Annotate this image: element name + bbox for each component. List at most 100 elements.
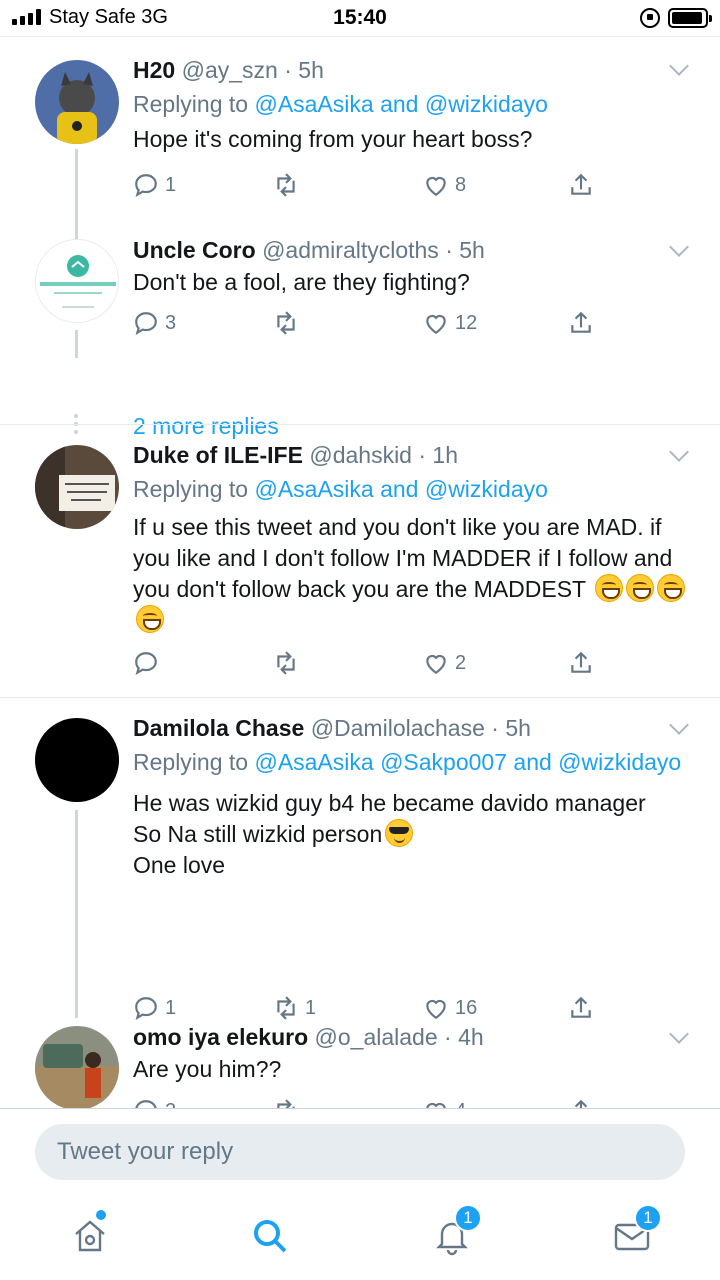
replying-mentions[interactable]: @AsaAsika and @wizkidayo	[254, 91, 547, 117]
share-button[interactable]	[568, 310, 594, 336]
reply-button[interactable]: 1	[133, 172, 176, 198]
tweet-actions: 3 12	[133, 310, 693, 340]
tweet[interactable]: Damilola Chase @Damilolachase · 5h Reply…	[0, 698, 720, 1021]
like-count: 4	[455, 1100, 466, 1109]
author-handle[interactable]: @admiraltycloths	[262, 237, 439, 263]
reply-placeholder: Tweet your reply	[57, 1138, 234, 1165]
replying-label: Replying to	[133, 749, 255, 775]
share-button[interactable]	[568, 1098, 594, 1108]
messages-badge: 1	[634, 1204, 662, 1232]
tweet-time: 5h	[459, 237, 485, 263]
grinning-emoji-icon	[626, 574, 655, 602]
retweet-count: 1	[305, 996, 317, 1019]
replying-mentions[interactable]: @AsaAsika @Sakpo007 and @wizkidayo	[254, 749, 681, 775]
like-icon	[426, 176, 446, 197]
bottom-tab-bar: 1 1	[0, 1196, 720, 1280]
reply-count: 3	[165, 311, 177, 334]
grinning-emoji-icon	[657, 574, 686, 602]
tweet-time: 4h	[458, 1024, 484, 1050]
tweet[interactable]: Uncle Coro @admiraltycloths · 5h Don't b…	[0, 227, 720, 439]
reply-button[interactable]	[133, 650, 165, 676]
new-content-dot	[96, 1210, 106, 1220]
tweet-text: If u see this tweet and you don't like y…	[133, 514, 673, 602]
notifications-badge: 1	[454, 1204, 482, 1232]
author-name[interactable]: omo iya elekuro	[133, 1024, 308, 1050]
tab-home[interactable]	[70, 1210, 110, 1256]
author-name[interactable]: Uncle Coro	[133, 237, 256, 263]
like-count: 2	[455, 651, 467, 674]
author-name[interactable]: Damilola Chase	[133, 715, 304, 741]
tweet-text: Hope it's coming from your heart boss?	[133, 126, 533, 152]
reply-icon	[135, 1100, 157, 1108]
tweet-reply-input[interactable]: Tweet your reply	[35, 1124, 685, 1180]
share-button[interactable]	[568, 172, 594, 198]
like-icon	[426, 314, 446, 335]
tweet-text: Don't be a fool, are they fighting?	[133, 269, 470, 295]
retweet-icon	[277, 1099, 295, 1108]
avatar[interactable]	[35, 445, 119, 529]
retweet-icon	[277, 651, 295, 675]
replying-mentions[interactable]: @AsaAsika and @wizkidayo	[254, 476, 547, 502]
reply-button[interactable]: 2	[133, 1098, 176, 1108]
retweet-button[interactable]	[273, 172, 305, 198]
like-button[interactable]: 2	[423, 650, 466, 676]
reply-button[interactable]: 3	[133, 310, 176, 336]
author-name[interactable]: Duke of ILE-IFE	[133, 442, 303, 468]
tweet-text: Are you him??	[133, 1056, 282, 1082]
tweet-actions: 1 8	[133, 172, 693, 202]
tweet-text: He was wizkid guy b4 he became davido ma…	[133, 788, 693, 881]
reply-icon	[135, 174, 157, 198]
tweet-text-line: One love	[133, 852, 226, 878]
like-icon	[426, 654, 446, 675]
status-bar: Stay Safe 3G 15:40	[0, 0, 720, 36]
retweet-button[interactable]	[273, 1098, 305, 1108]
retweet-button[interactable]	[273, 650, 305, 676]
replying-label: Replying to	[133, 91, 255, 117]
retweet-icon	[277, 311, 295, 335]
like-button[interactable]: 8	[423, 172, 466, 198]
reply-icon	[135, 652, 157, 676]
tweet[interactable]: omo iya elekuro @o_alalade · 4h Are you …	[0, 1018, 720, 1108]
sunglasses-emoji-icon	[385, 819, 414, 847]
tab-messages[interactable]: 1	[612, 1204, 662, 1256]
author-handle[interactable]: @Damilolachase	[311, 715, 485, 741]
tab-search[interactable]	[250, 1216, 290, 1256]
tab-notifications[interactable]: 1	[432, 1204, 482, 1256]
like-button[interactable]: 4	[423, 1098, 466, 1108]
avatar[interactable]	[35, 239, 119, 323]
share-icon	[571, 311, 591, 333]
home-icon	[75, 1220, 105, 1252]
share-icon	[571, 651, 591, 673]
tweet-text-line: He was wizkid guy b4 he became davido ma…	[133, 790, 646, 816]
retweet-icon	[277, 173, 295, 197]
search-icon	[254, 1220, 287, 1253]
author-handle[interactable]: @dahskid	[309, 442, 412, 468]
tweet-time: 1h	[432, 442, 459, 468]
tweet[interactable]: H20 @ay_szn · 5h Replying to @AsaAsika a…	[0, 37, 720, 244]
tweet-text-line: So Na still wizkid person	[133, 821, 383, 847]
battery-icon	[668, 8, 712, 28]
grinning-emoji-icon	[595, 574, 624, 602]
author-handle[interactable]: @o_alalade	[315, 1024, 438, 1050]
retweet-button[interactable]	[273, 310, 305, 336]
reply-count: 1	[165, 996, 177, 1019]
avatar[interactable]	[35, 718, 119, 802]
thread-line	[75, 330, 78, 358]
avatar[interactable]	[35, 1026, 119, 1108]
avatar[interactable]	[35, 60, 119, 144]
share-icon	[574, 1099, 588, 1108]
tweet[interactable]: Duke of ILE-IFE @dahskid · 1h Replying t…	[0, 425, 720, 697]
tweet-actions: 2 4	[133, 1098, 693, 1108]
reply-feed[interactable]: H20 @ay_szn · 5h Replying to @AsaAsika a…	[0, 37, 720, 1108]
like-count: 16	[455, 996, 478, 1019]
share-button[interactable]	[568, 650, 594, 676]
thread-line	[75, 810, 78, 1018]
orientation-lock-icon	[640, 8, 660, 28]
tweet-time: 5h	[505, 715, 531, 741]
author-name[interactable]: H20	[133, 57, 175, 83]
share-icon	[571, 173, 591, 195]
like-button[interactable]: 12	[423, 310, 477, 336]
status-time: 15:40	[333, 6, 387, 29]
reply-count: 2	[165, 1100, 176, 1109]
author-handle[interactable]: @ay_szn	[182, 57, 278, 83]
